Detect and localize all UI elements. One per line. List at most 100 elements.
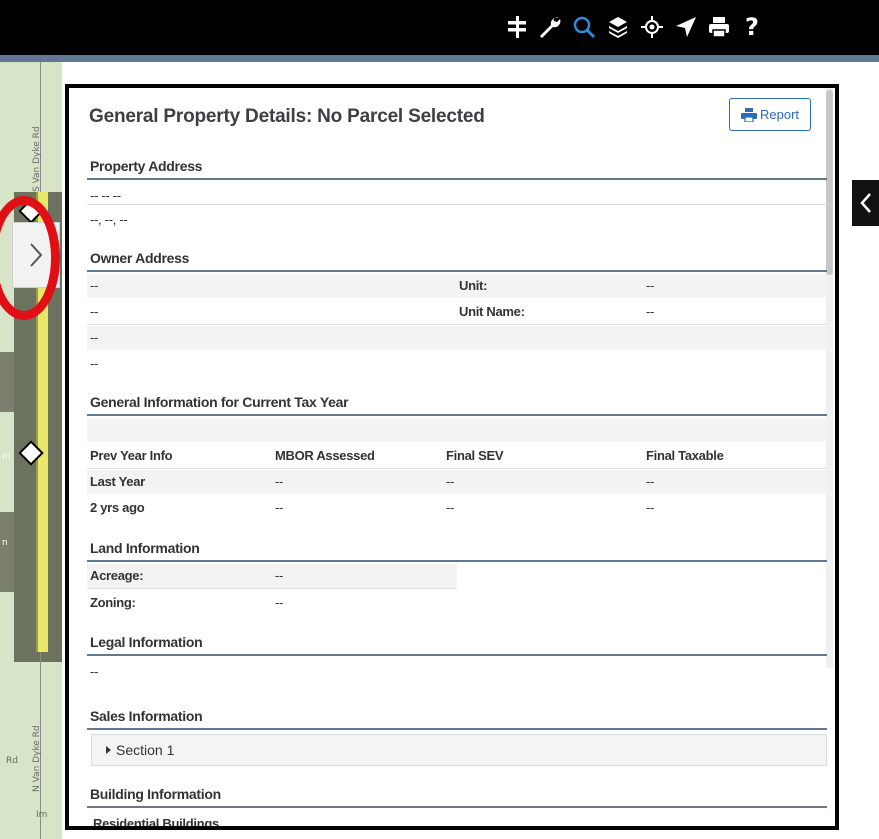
map-forest-area	[0, 352, 14, 412]
land-label: Acreage:	[90, 568, 144, 583]
section-heading: General Information for Current Tax Year	[90, 394, 349, 410]
table-header-row: Prev Year Info MBOR Assessed Final SEV F…	[87, 444, 827, 468]
row-divider	[87, 588, 457, 589]
section-underline	[87, 270, 827, 272]
section-underline	[87, 728, 827, 730]
list-item: --, --, --	[87, 212, 827, 228]
section-underline	[87, 806, 827, 808]
land-value: --	[275, 568, 284, 583]
property-details-panel: General Property Details: No Parcel Sele…	[65, 84, 839, 830]
section-land-info: Land Information	[87, 540, 827, 562]
chevron-left-icon	[859, 193, 871, 213]
section-legal-info: Legal Information	[87, 634, 827, 656]
table-cell: 2 yrs ago	[90, 500, 145, 515]
owner-label: Unit:	[459, 278, 488, 293]
wrench-icon[interactable]	[536, 12, 564, 42]
table-row: -- Unit Name: --	[87, 300, 827, 324]
column-header: Prev Year Info	[90, 448, 173, 463]
section-residential-buildings: Residential Buildings	[90, 816, 830, 830]
caret-right-icon	[106, 746, 111, 754]
list-item: -- -- --	[87, 188, 827, 204]
section-underline	[87, 654, 827, 656]
layers-icon[interactable]	[604, 12, 632, 42]
section-heading: Legal Information	[90, 634, 203, 650]
row-divider	[87, 204, 827, 205]
list-item: --	[87, 664, 827, 680]
section-general-info: General Information for Current Tax Year	[87, 394, 827, 416]
map-road-label: ni	[2, 452, 11, 462]
table-spacer-row	[87, 418, 827, 442]
scrollbar-thumb[interactable]	[826, 90, 833, 275]
gps-locate-icon[interactable]	[638, 12, 666, 42]
owner-value: --	[90, 330, 99, 345]
table-cell: --	[275, 500, 284, 515]
table-row: Zoning: --	[87, 591, 457, 615]
owner-label: Unit Name:	[459, 304, 525, 319]
table-cell: --	[446, 500, 455, 515]
top-toolbar: ?	[0, 0, 879, 55]
table-cell: --	[646, 500, 655, 515]
section-heading: Owner Address	[90, 250, 190, 266]
section-owner-address: Owner Address	[87, 250, 827, 272]
map-view[interactable]: S Van Dyke Rd N Van Dyke Rd Rd Im ni n	[0, 62, 62, 839]
legal-value: --	[90, 664, 99, 679]
section-property-address: Property Address	[87, 158, 827, 180]
table-row: --	[87, 326, 827, 350]
section-heading: Property Address	[90, 158, 203, 174]
table-row: -- Unit: --	[87, 274, 827, 298]
panel-scrollbar[interactable]	[826, 88, 833, 668]
table-row: Acreage: --	[87, 564, 457, 588]
owner-label-value: --	[646, 304, 655, 319]
map-road-label: S Van Dyke Rd	[32, 126, 42, 192]
sales-section-toggle[interactable]: Section 1	[91, 734, 827, 766]
navigate-arrow-icon[interactable]	[672, 12, 700, 42]
report-button[interactable]: Report	[729, 98, 811, 131]
owner-label-value: --	[646, 278, 655, 293]
map-road-label: Rd	[6, 756, 18, 766]
section-building-info: Building Information	[87, 786, 827, 808]
table-cell: --	[646, 474, 655, 489]
table-cell: --	[446, 474, 455, 489]
sub-heading: Residential Buildings	[93, 816, 219, 830]
section-sales-info: Sales Information	[87, 708, 827, 730]
table-cell: --	[275, 474, 284, 489]
print-icon	[740, 107, 757, 122]
section-underline	[87, 414, 827, 416]
table-row: Last Year -- -- --	[87, 470, 827, 494]
address-line: -- -- --	[90, 188, 121, 203]
column-header: Final Taxable	[646, 448, 724, 463]
report-button-label: Report	[759, 107, 800, 122]
sales-section-label: Section 1	[116, 742, 175, 758]
search-icon[interactable]	[570, 12, 598, 42]
section-underline	[87, 178, 827, 180]
table-row: --	[87, 352, 827, 376]
print-icon[interactable]	[705, 12, 733, 42]
land-label: Zoning:	[90, 595, 136, 610]
help-icon[interactable]: ?	[738, 12, 766, 42]
owner-value: --	[90, 278, 99, 293]
expand-panel-button[interactable]	[12, 222, 60, 288]
owner-value: --	[90, 356, 99, 371]
map-road-label: Im	[36, 810, 48, 820]
owner-value: --	[90, 304, 99, 319]
table-cell: Last Year	[90, 474, 145, 489]
land-value: --	[275, 595, 284, 610]
row-divider	[87, 324, 827, 325]
map-road-label: n	[2, 538, 8, 548]
section-underline	[87, 560, 827, 562]
row-divider	[87, 468, 827, 469]
section-heading: Building Information	[90, 786, 221, 802]
chevron-right-icon	[30, 243, 43, 267]
road-sign-icon[interactable]	[503, 12, 531, 42]
toolbar-stripe	[0, 55, 879, 62]
section-heading: Land Information	[90, 540, 200, 556]
column-header: MBOR Assessed	[275, 448, 375, 463]
map-forest-area	[0, 512, 14, 592]
column-header: Final SEV	[446, 448, 504, 463]
table-row: 2 yrs ago -- -- --	[87, 496, 827, 520]
collapse-panel-button[interactable]	[852, 180, 879, 226]
address-line: --, --, --	[90, 212, 128, 227]
page-title: General Property Details: No Parcel Sele…	[89, 106, 485, 127]
map-road-label: N Van Dyke Rd	[32, 725, 42, 792]
section-heading: Sales Information	[90, 708, 203, 724]
